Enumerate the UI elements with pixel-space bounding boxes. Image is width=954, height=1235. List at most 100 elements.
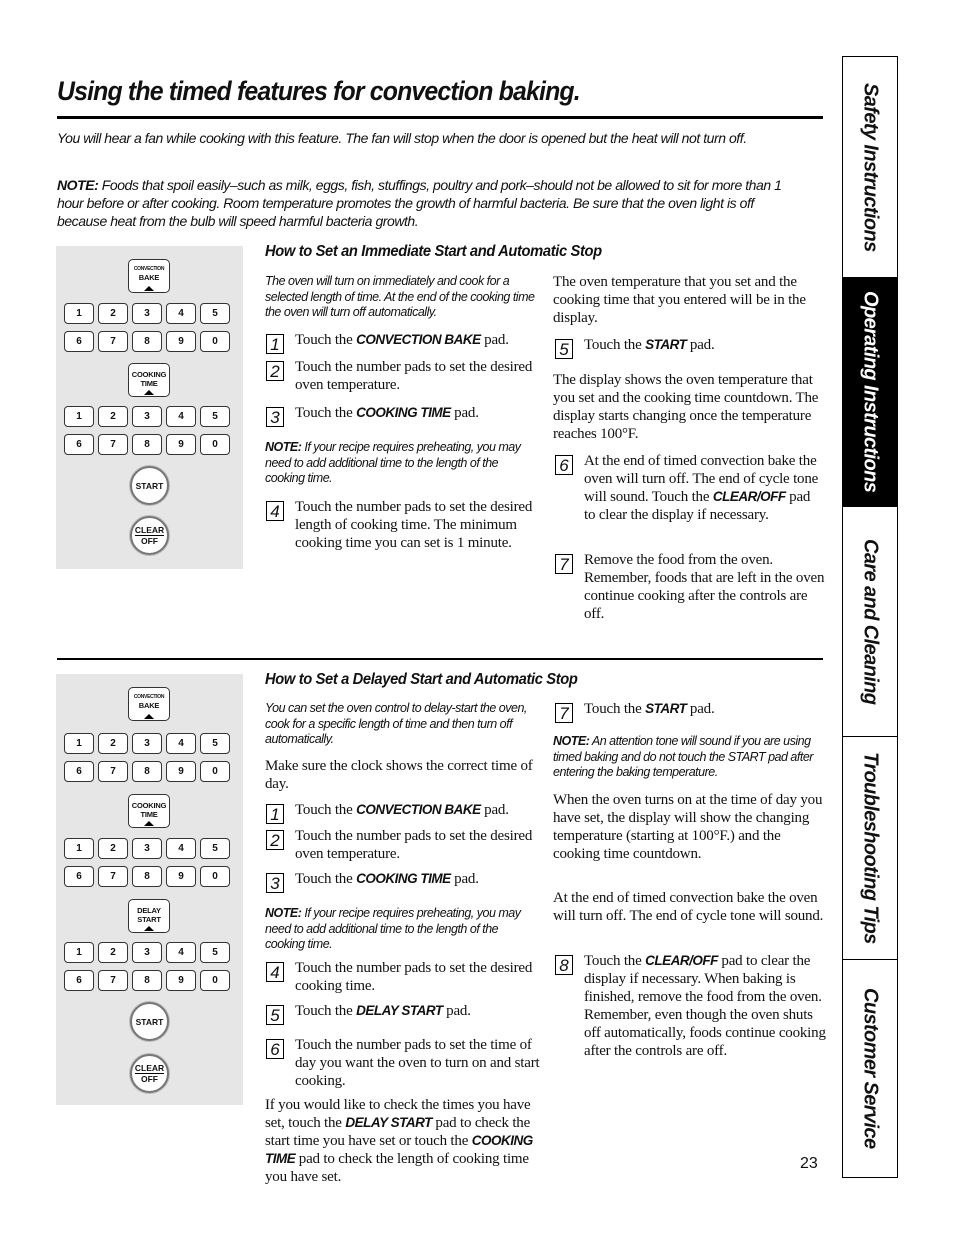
text: pad. <box>442 1003 471 1019</box>
number-pad-row-2: 67890 <box>64 866 230 887</box>
number-pad: 6 <box>64 434 94 455</box>
step-number: 5 <box>266 1005 284 1025</box>
step-number: 2 <box>266 830 284 850</box>
tab-operating-instructions[interactable]: Operating Instructions <box>843 278 897 507</box>
number-pad: 1 <box>64 838 94 859</box>
note-label: NOTE: <box>553 734 590 748</box>
step-number: 3 <box>266 873 284 893</box>
pad-label: OFF <box>141 1074 158 1084</box>
step-number: 1 <box>266 804 284 824</box>
para-turns-on: When the oven turns on at the time of da… <box>553 792 823 862</box>
number-pad: 0 <box>200 434 230 455</box>
number-pad: 8 <box>132 761 162 782</box>
pad-label: TIME <box>140 379 158 388</box>
note-text: If your recipe requires preheating, you … <box>265 906 521 951</box>
number-pad: 5 <box>200 838 230 859</box>
tab-safety-instructions[interactable]: Safety Instructions <box>843 57 897 278</box>
number-pad: 0 <box>200 761 230 782</box>
convection-bake-pad: CONVECTION BAKE <box>128 259 170 293</box>
step-text: Touch the START pad. <box>584 336 715 359</box>
triangle-indicator-icon <box>144 926 154 931</box>
step-text: Touch the number pads to set the desired… <box>295 499 533 551</box>
number-pad-row-1: 12345 <box>64 838 230 859</box>
note-text: If your recipe requires preheating, you … <box>265 440 521 485</box>
control-panel-illustration-delayed: CONVECTION BAKE 12345 67890 COOKING TIME… <box>56 674 243 1105</box>
para-display: The oven temperature that you set and th… <box>553 274 806 326</box>
intro-fan-text: You will hear a fan while cooking with t… <box>57 130 747 146</box>
step-1: 1 Touch the CONVECTION BAKE pad. <box>266 331 541 354</box>
step-number: 6 <box>555 455 573 475</box>
note-label: NOTE: <box>57 177 99 193</box>
tab-label: Troubleshooting Tips <box>859 752 882 944</box>
note-text: Foods that spoil easily–such as milk, eg… <box>57 177 782 229</box>
text: pad. <box>686 337 715 353</box>
number-pad: 8 <box>132 970 162 991</box>
step-number: 2 <box>266 361 284 381</box>
text: Touch the <box>295 332 357 348</box>
number-pad-row-1: 12345 <box>64 733 230 754</box>
number-pad: 1 <box>64 942 94 963</box>
tab-label: Operating Instructions <box>859 291 882 493</box>
step-text: Touch the number pads to set the desired… <box>295 828 533 862</box>
step-text: Touch the START pad. <box>584 700 715 723</box>
pad-label-small: CONVECTION <box>133 694 165 700</box>
step-6: 6 At the end of timed convection bake th… <box>555 452 825 524</box>
section-tabs: Safety Instructions Operating Instructio… <box>842 56 898 1178</box>
control-panel-illustration-immediate: CONVECTION BAKE 12345 67890 COOKING TIME… <box>56 246 243 569</box>
para-clock: Make sure the clock shows the correct ti… <box>265 758 533 792</box>
number-pad: 9 <box>166 970 196 991</box>
number-pad: 6 <box>64 970 94 991</box>
note-preheating: NOTE: If your recipe requires preheating… <box>265 906 537 953</box>
para-countdown: The display shows the oven temperature t… <box>553 372 819 442</box>
clear-off-pad: CLEAR OFF <box>130 516 169 555</box>
step-text: Remove the food from the oven. Remember,… <box>584 552 825 622</box>
triangle-indicator-icon <box>144 390 154 395</box>
number-pad: 7 <box>98 761 128 782</box>
step-3: 3 Touch the COOKING TIME pad. <box>266 404 541 427</box>
step-5: 5 Touch the START pad. <box>555 336 825 359</box>
number-pad: 6 <box>64 761 94 782</box>
number-pad-row-1: 12345 <box>64 303 230 324</box>
step-text: Touch the COOKING TIME pad. <box>295 870 479 893</box>
section-heading-immediate: How to Set an Immediate Start and Automa… <box>265 243 602 260</box>
step-3: 3 Touch the COOKING TIME pad. <box>266 870 541 893</box>
note-label: NOTE: <box>265 440 302 454</box>
number-pad: 8 <box>132 434 162 455</box>
start-pad: START <box>130 1002 169 1041</box>
pad-label-small: CONVECTION <box>133 266 165 272</box>
step-text: Touch the CLEAR/OFF pad to clear the dis… <box>584 952 827 1060</box>
step-number: 8 <box>555 955 573 975</box>
keyword: CLEAR/OFF <box>712 489 786 504</box>
number-pad: 1 <box>64 406 94 427</box>
triangle-indicator-icon <box>144 714 154 719</box>
pad-label: BAKE <box>138 273 160 282</box>
para-end-of-bake: At the end of timed convection bake the … <box>553 890 824 924</box>
section-lead: The oven will turn on immediately and co… <box>265 274 535 319</box>
number-pad-row-2: 67890 <box>64 331 230 352</box>
number-pad: 2 <box>98 733 128 754</box>
number-pad: 3 <box>132 838 162 859</box>
tab-troubleshooting-tips[interactable]: Troubleshooting Tips <box>843 737 897 960</box>
number-pad: 4 <box>166 942 196 963</box>
text: Touch the <box>295 405 357 421</box>
text: pad. <box>450 405 479 421</box>
tab-customer-service[interactable]: Customer Service <box>843 960 897 1177</box>
text: pad. <box>686 701 715 717</box>
pad-label: DELAY <box>137 906 161 915</box>
cooking-time-pad: COOKING TIME <box>128 794 170 828</box>
step-text: Touch the number pads to set the desired… <box>295 960 533 994</box>
step-text: Touch the COOKING TIME pad. <box>295 404 479 427</box>
number-pad: 9 <box>166 866 196 887</box>
number-pad: 3 <box>132 733 162 754</box>
text: Touch the <box>295 1003 357 1019</box>
note-text: An attention tone will sound if you are … <box>553 734 813 779</box>
pad-label: COOKING <box>131 370 167 379</box>
text: Touch the <box>584 337 646 353</box>
number-pad-row-2: 67890 <box>64 434 230 455</box>
step-text: Touch the CONVECTION BAKE pad. <box>295 331 509 354</box>
number-pad: 2 <box>98 838 128 859</box>
number-pad: 0 <box>200 331 230 352</box>
note-preheating: NOTE: If your recipe requires preheating… <box>265 440 537 487</box>
step-7: 7 Remove the food from the oven. Remembe… <box>555 551 825 623</box>
tab-care-and-cleaning[interactable]: Care and Cleaning <box>843 507 897 737</box>
